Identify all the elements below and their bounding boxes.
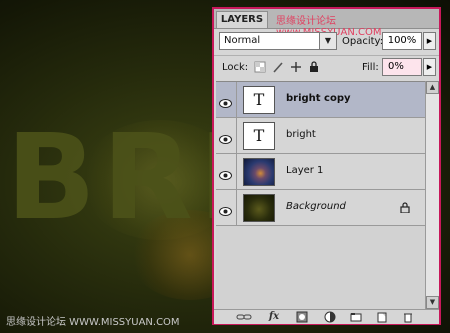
chevron-down-icon[interactable]: ▼ [319,33,336,49]
blend-opacity-row: Normal ▼ Opacity: 100% ▶ [214,29,439,53]
lock-fill-row: Lock: Fill: 0% ▶ [214,55,439,78]
fx-icon[interactable]: fx [266,311,282,323]
layer-row-bright-copy[interactable]: T bright copy [216,82,425,118]
background-layer-thumbnail[interactable] [243,194,275,222]
eye-icon [219,93,232,108]
layer-name[interactable]: bright [286,129,316,140]
layer-name[interactable]: bright copy [286,93,351,104]
opacity-input[interactable]: 100% [382,32,422,50]
layer-name[interactable]: Background [286,201,346,212]
eye-icon [219,165,232,180]
visibility-toggle[interactable] [216,190,237,225]
visibility-toggle[interactable] [216,82,237,117]
visibility-toggle[interactable] [216,118,237,153]
layers-panel: LAYERS 思缘设计论坛 www.MISSYUAN.COM Normal ▼ … [212,7,441,325]
blend-mode-value: Normal [224,35,261,46]
panel-tab-bar: LAYERS 思缘设计论坛 www.MISSYUAN.COM [214,9,439,38]
layer-row-background[interactable]: Background [216,190,425,226]
eye-icon [219,129,232,144]
visibility-toggle[interactable] [216,154,237,189]
layers-scrollbar[interactable]: ▲ ▼ [425,81,439,309]
add-mask-icon[interactable] [294,311,310,323]
lock-label: Lock: [222,62,249,73]
text-layer-thumbnail[interactable]: T [243,122,275,150]
image-layer-thumbnail[interactable] [243,158,275,186]
text-layer-thumbnail[interactable]: T [243,86,275,114]
layers-list: T bright copy T bright Layer 1 Backgroun… [216,81,425,310]
panel-bottom-toolbar: fx [214,309,439,324]
new-group-icon[interactable] [348,311,364,323]
lock-icon [400,202,410,216]
blend-mode-select[interactable]: Normal ▼ [219,32,337,50]
fill-label: Fill: [362,62,379,73]
eye-icon [219,201,232,216]
lock-pixels-icon[interactable] [272,61,284,73]
watermark-bottom: 思缘设计论坛 WWW.MISSYUAN.COM [6,317,180,328]
adjustment-layer-icon[interactable] [322,311,338,323]
scroll-up-icon[interactable]: ▲ [426,81,439,94]
tab-layers[interactable]: LAYERS [216,11,268,28]
link-layers-icon[interactable] [236,311,252,323]
layer-name[interactable]: Layer 1 [286,165,323,176]
lock-all-icon[interactable] [308,61,320,73]
lock-transparent-icon[interactable] [254,61,266,73]
trash-icon[interactable] [400,311,416,323]
fill-slider-button[interactable]: ▶ [423,58,436,76]
opacity-slider-button[interactable]: ▶ [423,32,436,50]
fill-input[interactable]: 0% [382,58,422,76]
layer-row-bright[interactable]: T bright [216,118,425,154]
layer-row-layer-1[interactable]: Layer 1 [216,154,425,190]
lock-position-icon[interactable] [290,61,302,73]
new-layer-icon[interactable] [374,311,390,323]
scroll-down-icon[interactable]: ▼ [426,296,439,309]
opacity-label: Opacity: [342,36,384,47]
